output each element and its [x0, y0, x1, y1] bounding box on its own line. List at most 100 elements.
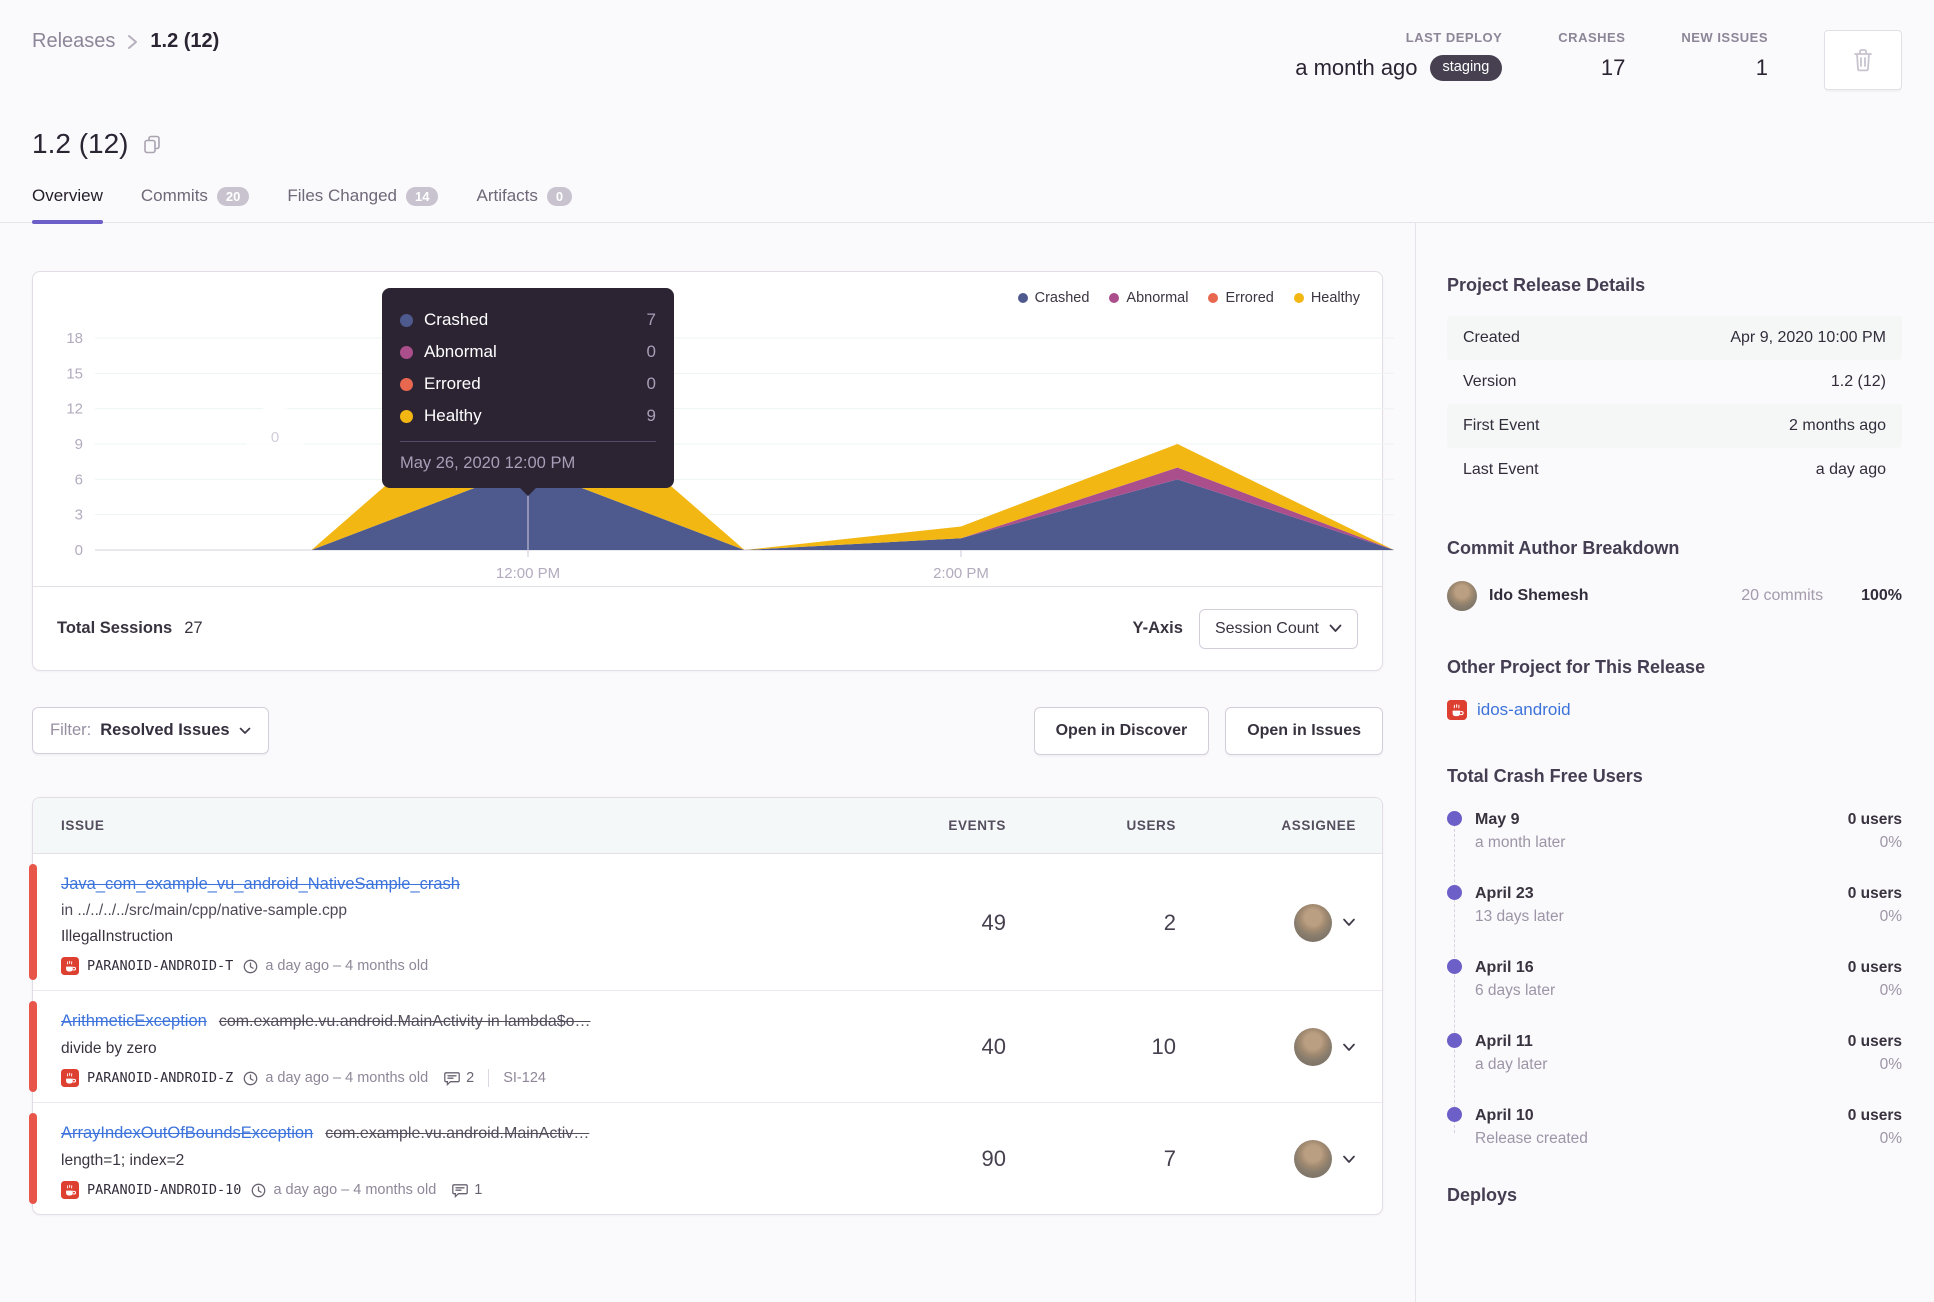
svg-text:2:00 PM: 2:00 PM	[933, 565, 989, 582]
other-project-link[interactable]: idos-android	[1477, 700, 1571, 720]
tab-commits-count: 20	[216, 186, 250, 206]
copy-version-button[interactable]	[143, 135, 162, 154]
events-count: 49	[981, 909, 1006, 935]
tab-artifacts[interactable]: Artifacts 0	[476, 186, 573, 222]
crashes-value: 17	[1600, 55, 1626, 80]
issue-title-link[interactable]: Java_com_example_vu_android_NativeSample…	[61, 875, 460, 893]
timeline-percent: 0%	[1879, 1130, 1902, 1147]
release-tabs: Overview Commits 20 Files Changed 14 Art…	[0, 160, 1934, 224]
page-title: 1.2 (12)	[32, 128, 129, 159]
divider	[488, 1069, 490, 1087]
tab-files-changed[interactable]: Files Changed 14	[287, 186, 439, 222]
tab-artifacts-count: 0	[546, 186, 573, 206]
commit-author-section: Commit Author Breakdown Ido Shemesh 20 c…	[1447, 538, 1902, 611]
breadcrumb-releases-link[interactable]: Releases	[32, 30, 115, 53]
sessions-chart-area: 0 3 6 9 12 15 18 0 12:00 PM 2:00 PM Crashed Abnor…	[33, 272, 1394, 586]
table-row: ArithmeticException com.example.vu.androi…	[29, 991, 1382, 1103]
timeline-text: April 16 6 days later	[1475, 957, 1848, 1003]
toolbar-actions: Open in Discover Open in Issues	[1033, 707, 1383, 755]
timeline-sub: a day later	[1475, 1056, 1548, 1073]
detail-key: Last Event	[1463, 461, 1539, 478]
y-axis-select[interactable]: Session Count	[1198, 608, 1358, 649]
issue-culprit: com.example.vu.android.MainActivity in l…	[218, 1013, 591, 1030]
chevron-down-icon[interactable]	[1342, 1043, 1356, 1052]
filter-dropdown[interactable]: Filter: Resolved Issues	[32, 707, 269, 754]
release-details-table: Created Apr 9, 2020 10:00 PM Version 1.2…	[1447, 316, 1902, 492]
sessions-area-chart[interactable]: 0 3 6 9 12 15 18 0 12:00 PM 2:00 PM	[45, 286, 1402, 586]
events-count: 40	[981, 1034, 1006, 1059]
issue-location: in ../../../../src/main/cpp/native-sampl…	[61, 902, 348, 919]
java-project-icon	[1447, 700, 1467, 720]
other-project-heading: Other Project for This Release	[1447, 657, 1706, 677]
open-in-discover-button[interactable]: Open in Discover	[1033, 707, 1210, 755]
legend-item-abnormal[interactable]: Abnormal	[1109, 290, 1188, 306]
last-deploy-time: a month ago	[1295, 55, 1418, 80]
timeline-text: April 11 a day later	[1475, 1031, 1848, 1077]
timeline-sub: Release created	[1475, 1130, 1588, 1147]
svg-text:6: 6	[75, 471, 83, 488]
timeline-users: 0 users	[1847, 959, 1902, 976]
issue-title-link[interactable]: ArithmeticException	[61, 1012, 207, 1030]
assignee-avatar[interactable]	[1294, 903, 1332, 942]
comment-count: 1	[474, 1182, 483, 1198]
project-chip[interactable]: PARANOID-ANDROID-10	[61, 1181, 241, 1199]
timeline-dot-icon	[1447, 959, 1462, 974]
legend-item-healthy[interactable]: Healthy	[1293, 290, 1360, 306]
timeline-date: April 16	[1475, 959, 1534, 976]
project-chip[interactable]: PARANOID-ANDROID-T	[61, 957, 233, 975]
issue-meta: PARANOID-ANDROID-Z a day ago – 4 months …	[61, 1069, 886, 1087]
errored-dot-icon	[1208, 293, 1219, 303]
issue-comments[interactable]: 1	[452, 1182, 482, 1198]
assignee-cell	[1176, 1140, 1356, 1178]
timeline-sub: 13 days later	[1475, 908, 1564, 925]
tab-overview[interactable]: Overview	[32, 186, 103, 224]
clock-icon	[251, 1183, 266, 1198]
timeline-text: May 9 a month later	[1475, 809, 1848, 855]
comment-icon	[452, 1183, 469, 1198]
users-count: 10	[1151, 1034, 1176, 1059]
crash-free-timeline: May 9 a month later 0 users 0% April 23 …	[1447, 809, 1902, 1179]
java-project-icon	[61, 1181, 79, 1199]
chevron-down-icon[interactable]	[1342, 918, 1356, 927]
issue-age-text: a day ago – 4 months old	[265, 958, 429, 974]
timeline-users: 0 users	[1847, 1033, 1902, 1050]
delete-release-button[interactable]	[1824, 30, 1902, 90]
chevron-right-icon	[127, 33, 138, 51]
crashed-dot-icon	[1017, 293, 1028, 303]
page-header: Releases 1.2 (12) LAST DEPLOY a month ag…	[0, 0, 1934, 90]
assignee-avatar[interactable]	[1294, 1028, 1332, 1066]
breadcrumb-current: 1.2 (12)	[150, 30, 220, 52]
issue-cell: Java_com_example_vu_android_NativeSample…	[61, 870, 886, 975]
assignee-avatar[interactable]	[1294, 1140, 1332, 1178]
issue-ref-id: SI-124	[503, 1070, 546, 1086]
legend-item-crashed[interactable]: Crashed	[1017, 290, 1089, 306]
total-sessions-label: Total Sessions	[57, 619, 173, 637]
chevron-down-icon[interactable]	[1342, 1155, 1356, 1164]
issue-title-link[interactable]: ArrayIndexOutOfBoundsException	[61, 1124, 313, 1142]
detail-key: Version	[1463, 373, 1517, 390]
header-stats: LAST DEPLOY a month ago staging CRASHES …	[1295, 30, 1902, 90]
timeline-values: 0 users 0%	[1848, 809, 1902, 855]
author-percent: 100%	[1861, 587, 1902, 604]
detail-value: 1.2 (12)	[1830, 373, 1886, 390]
timeline-percent: 0%	[1879, 1056, 1902, 1073]
breadcrumb: Releases 1.2 (12)	[32, 30, 219, 53]
healthy-dot-icon	[1293, 293, 1304, 303]
legend-item-errored[interactable]: Errored	[1208, 290, 1274, 306]
author-row: Ido Shemesh 20 commits 100%	[1447, 581, 1902, 611]
timeline-date: May 9	[1475, 811, 1520, 828]
timeline-date: April 10	[1475, 1107, 1534, 1124]
svg-text:12:00 PM: 12:00 PM	[496, 565, 560, 582]
tab-overview-label: Overview	[32, 186, 103, 205]
total-sessions-value: 27	[184, 619, 203, 637]
list-item: April 23 13 days later 0 users 0%	[1447, 883, 1902, 957]
new-issues-stat: NEW ISSUES 1	[1681, 30, 1768, 81]
active-tab-underline	[32, 220, 103, 224]
commit-author-heading: Commit Author Breakdown	[1447, 538, 1680, 558]
issue-comments[interactable]: 2	[444, 1070, 474, 1086]
issue-culprit: com.example.vu.android.MainActiv…	[325, 1125, 590, 1142]
open-in-issues-button[interactable]: Open in Issues	[1225, 707, 1383, 755]
list-item: April 16 6 days later 0 users 0%	[1447, 957, 1902, 1031]
project-chip[interactable]: PARANOID-ANDROID-Z	[61, 1069, 233, 1087]
tab-commits[interactable]: Commits 20	[141, 186, 250, 222]
